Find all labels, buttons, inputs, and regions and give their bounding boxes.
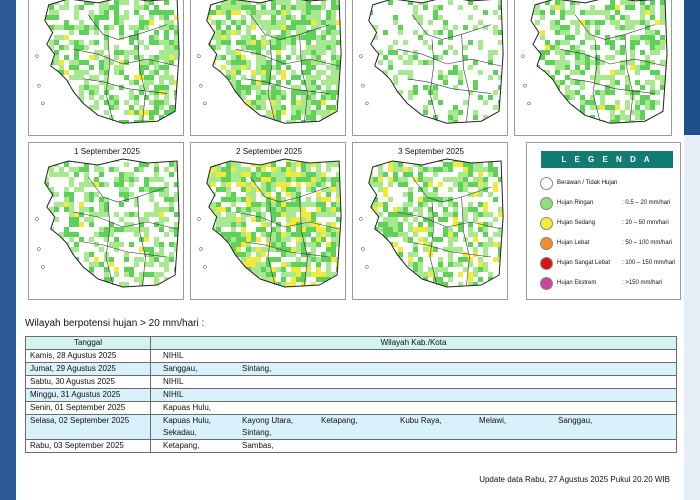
table-row: Selasa, 02 September 2025 Kapuas Hulu, K… (25, 414, 677, 440)
swatch-icon (540, 217, 553, 230)
row-date: Kamis, 28 Agustus 2025 (25, 349, 151, 363)
forecast-card: 1 September 2025 2 September 2025 3 Sept… (16, 0, 684, 500)
table-header-row: Tanggal Wilayah Kab./Kota (25, 336, 677, 350)
legend-item: Hujan Sedang : 20 – 50 mm/hari (540, 217, 680, 231)
swatch-icon (540, 197, 553, 210)
place-name: NIHIL (163, 351, 184, 360)
place-name: NIHIL (163, 377, 184, 386)
legend-item: Berawan / Tidak Hujan (540, 177, 680, 191)
rainfall-map-graphic (35, 0, 180, 124)
row-places: NIHIL (150, 388, 677, 402)
rainfall-map-graphic (35, 158, 180, 288)
row-date: Minggu, 31 Agustus 2025 (25, 388, 151, 402)
place-name: Sanggau, (558, 416, 593, 425)
place-name: Kayong Utara, (242, 416, 294, 425)
place-name: Sanggau, (163, 364, 198, 373)
map-30-aug (352, 0, 508, 136)
update-timestamp: Update data Rabu, 27 Agustus 2025 Pukul … (479, 475, 670, 484)
map-03-sep: 3 September 2025 (352, 142, 508, 300)
legend-label: Hujan Sangat Lebat (557, 260, 611, 266)
row-places: NIHIL (150, 375, 677, 389)
rainfall-map-graphic (197, 158, 342, 288)
place-name: Sintang, (242, 364, 272, 373)
legend-range: : 20 – 50 mm/hari (622, 220, 669, 226)
row-date: Senin, 01 September 2025 (25, 401, 151, 415)
map-31-aug (514, 0, 672, 136)
row-date: Rabu, 03 September 2025 (25, 439, 151, 453)
map-29-aug (190, 0, 346, 136)
legend-title: L E G E N D A (541, 151, 673, 168)
legend-label: Hujan Lebat (557, 240, 590, 246)
rainfall-map-graphic (359, 0, 504, 124)
rain-region-table: Tanggal Wilayah Kab./Kota Kamis, 28 Agus… (25, 336, 677, 453)
legend-label: Hujan Ekstrem (557, 280, 597, 286)
place-name: Kubu Raya, (400, 416, 442, 425)
legend-range: : >150 mm/hari (622, 280, 663, 286)
legend-item: Hujan Sangat Lebat : 100 – 150 mm/hari (540, 257, 680, 271)
table-row: Jumat, 29 Agustus 2025 Sanggau, Sintang, (25, 362, 677, 376)
legend-range: : 100 – 150 mm/hari (622, 260, 676, 266)
column-header-region: Wilayah Kab./Kota (150, 336, 677, 350)
swatch-icon (540, 277, 553, 290)
map-date-label: 1 September 2025 (74, 147, 140, 156)
place-name: Ketapang, (163, 441, 200, 450)
section-title: Wilayah berpotensi hujan > 20 mm/hari : (25, 318, 205, 329)
legend-range: : 50 – 100 mm/hari (622, 240, 673, 246)
place-name: Melawi, (479, 416, 507, 425)
rainfall-map-graphic (197, 0, 342, 124)
map-date-label: 3 September 2025 (398, 147, 464, 156)
legend-item: Hujan Ekstrem : >150 mm/hari (540, 277, 680, 291)
legend-label: Hujan Sedang (557, 220, 596, 226)
row-places: Kapuas Hulu, (150, 401, 677, 415)
row-places: Sanggau, Sintang, (150, 362, 677, 376)
column-header-date: Tanggal (25, 336, 151, 350)
row-places: Ketapang, Sambas, (150, 439, 677, 453)
row-date: Jumat, 29 Agustus 2025 (25, 362, 151, 376)
place-name: Sambas, (242, 441, 274, 450)
map-28-aug (28, 0, 184, 136)
table-row: Sabtu, 30 Agustus 2025 NIHIL (25, 375, 677, 389)
table-row: Kamis, 28 Agustus 2025 NIHIL (25, 349, 677, 363)
row-places: Kapuas Hulu, Kayong Utara, Ketapang, Kub… (150, 414, 677, 440)
map-02-sep: 2 September 2025 (190, 142, 346, 300)
table-row: Senin, 01 September 2025 Kapuas Hulu, (25, 401, 677, 415)
legend-label: Hujan Ringan (557, 200, 594, 206)
swatch-icon (540, 257, 553, 270)
place-name: Kapuas Hulu, (163, 403, 212, 412)
swatch-icon (540, 237, 553, 250)
table-row: Minggu, 31 Agustus 2025 NIHIL (25, 388, 677, 402)
place-name: Ketapang, (321, 416, 358, 425)
table-row: Rabu, 03 September 2025 Ketapang, Sambas… (25, 439, 677, 453)
legend-item: Hujan Lebat : 50 – 100 mm/hari (540, 237, 680, 251)
swatch-icon (540, 177, 553, 190)
map-01-sep: 1 September 2025 (28, 142, 184, 300)
left-border (0, 0, 16, 500)
row-date: Selasa, 02 September 2025 (25, 414, 151, 440)
rainfall-map-graphic (521, 0, 668, 124)
map-date-label: 2 September 2025 (236, 147, 302, 156)
place-name: Sekadau, (163, 428, 197, 437)
legend-range: : 0.5 – 20 mm/hari (622, 200, 671, 206)
row-places: NIHIL (150, 349, 677, 363)
rainfall-map-graphic (359, 158, 504, 288)
legend-box: L E G E N D A Berawan / Tidak Hujan Huja… (526, 142, 681, 300)
legend-item: Hujan Ringan : 0.5 – 20 mm/hari (540, 197, 680, 211)
place-name: Sintang, (242, 428, 272, 437)
legend-label: Berawan / Tidak Hujan (557, 180, 618, 186)
place-name: NIHIL (163, 390, 184, 399)
place-name: Kapuas Hulu, (163, 416, 212, 425)
row-date: Sabtu, 30 Agustus 2025 (25, 375, 151, 389)
